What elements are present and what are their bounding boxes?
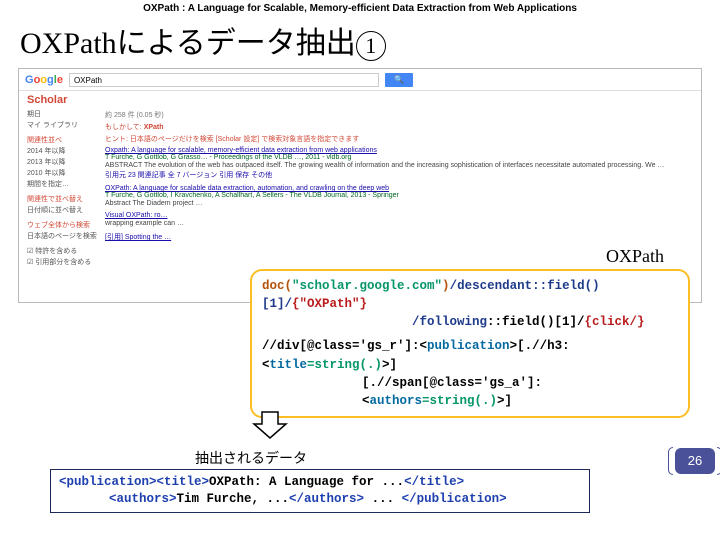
result-links[interactable]: 引用元 23 関連記事 全 7 バージョン 引用 保存 その他 (105, 170, 701, 180)
sidebar-item[interactable]: 関連性で並べ替え (27, 194, 99, 204)
result-title[interactable]: Visual OXPath: ro… (105, 212, 701, 219)
sidebar-item[interactable]: 2013 年以降 (27, 157, 99, 167)
result-title[interactable]: OXPath: A language for scalable data ext… (105, 185, 701, 192)
results-area: 期日 マイ ライブラリ 関連性並べ 2014 年以降 2013 年以降 2010… (19, 106, 701, 268)
oxpath-label: OXPath (250, 246, 690, 267)
search-result: Visual OXPath: ro… wrapping example can … (105, 212, 701, 227)
search-result: OXPath: A language for scalable data ext… (105, 185, 701, 207)
top-caption: OXPath : A Language for Scalable, Memory… (0, 0, 720, 14)
sidebar-item[interactable]: 2014 年以降 (27, 146, 99, 156)
sidebar-item[interactable]: マイ ライブラリ (27, 120, 99, 130)
extracted-data-label: 抽出されるデータ (195, 448, 307, 468)
scholar-header: Google OXPath 🔍 (19, 69, 701, 91)
search-result: [引用] Spotting the … (105, 232, 701, 242)
search-input[interactable]: OXPath (69, 73, 379, 87)
sidebar-item[interactable]: 2010 年以降 (27, 168, 99, 178)
language-tip: ヒント: 日本語のページだけを検索 [Scholar 設定] で検索対象言語を指… (105, 134, 701, 144)
arrow-down-icon (250, 410, 290, 440)
result-count: 約 258 件 (0.05 秒) (105, 110, 701, 120)
page-number: 26 (675, 448, 715, 474)
result-desc: Abstract The Diadem project … (105, 200, 701, 207)
sidebar-item: 引用部分を含める (35, 259, 91, 266)
search-result: Oxpath: A language for scalable, memory-… (105, 147, 701, 180)
search-button[interactable]: 🔍 (385, 73, 413, 87)
oxpath-panel: OXPath doc("scholar.google.com")/descend… (250, 246, 690, 418)
heading-text: OXPathによるデータ抽出 (20, 27, 356, 60)
search-icon: 🔍 (394, 75, 404, 84)
sidebar-item[interactable]: 関連性並べ (27, 135, 99, 145)
scholar-label: Scholar (19, 91, 701, 106)
sidebar-item[interactable]: 期日 (27, 109, 99, 119)
slide-heading: OXPathによるデータ抽出1 (0, 14, 720, 68)
result-meta: T Furche, G Gottlob, I Kravchenko, A Sch… (105, 192, 701, 199)
checkbox[interactable]: ☑ (27, 248, 33, 255)
output-box: <publication><title>OXPath: A Language f… (50, 469, 590, 513)
result-title[interactable]: Oxpath: A language for scalable, memory-… (105, 147, 701, 154)
oxpath-code: doc("scholar.google.com")/descendant::fi… (250, 269, 690, 418)
result-meta: T Furche, G Gottlob, G Grasso… - Proceed… (105, 154, 701, 161)
heading-number: 1 (356, 31, 386, 61)
sidebar-item[interactable]: ウェブ全体から検索 (27, 220, 99, 230)
results-main: 約 258 件 (0.05 秒) もしかして: XPath ヒント: 日本語のペ… (105, 108, 701, 268)
result-desc: ABSTRACT The evolution of the web has ou… (105, 162, 701, 169)
sidebar-item[interactable]: 日本語のページを検索 (27, 231, 99, 241)
sidebar-item[interactable]: 日付順に並べ替え (27, 205, 99, 215)
result-desc: wrapping example can … (105, 220, 701, 227)
sidebar-item: 特許を含める (35, 248, 77, 255)
did-you-mean: もしかして: XPath (105, 122, 701, 132)
sidebar: 期日 マイ ライブラリ 関連性並べ 2014 年以降 2013 年以降 2010… (27, 108, 99, 268)
google-logo: Google (25, 74, 63, 86)
sidebar-item[interactable]: 期間を指定… (27, 179, 99, 189)
result-title[interactable]: [引用] Spotting the … (105, 232, 701, 242)
checkbox[interactable]: ☑ (27, 259, 33, 266)
